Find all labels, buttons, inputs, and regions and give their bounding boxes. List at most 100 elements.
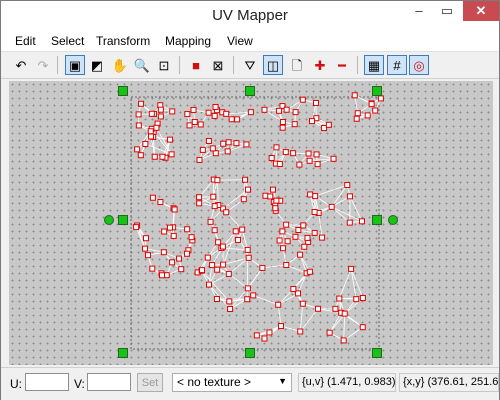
zoom-fit-icon[interactable]: ⊡ [154,55,174,75]
uv-vertex [214,266,221,273]
maximize-button[interactable]: ▭ [433,1,461,21]
uv-vertex [261,106,268,113]
set-button[interactable]: Set [137,373,163,392]
uv-vertex [325,121,332,128]
mesh-edge [331,184,348,208]
uv-vertex [291,121,298,128]
uv-vertex [353,115,360,122]
uv-vertex [315,305,322,312]
uv-vertex [133,224,140,231]
undo-icon[interactable]: ↶ [11,55,31,75]
scale-handle[interactable] [372,215,382,225]
uv-vertex [354,110,361,117]
split-view-icon[interactable]: ◫ [263,55,283,75]
mesh-edge [253,295,279,306]
uv-vertex [341,310,348,317]
scale-handle[interactable] [245,86,255,96]
remove-icon[interactable]: ━ [332,55,352,75]
uv-vertex [299,300,306,307]
uv-vertex [153,124,160,131]
select-faces-icon[interactable]: ◩ [87,55,107,75]
uv-vertex [340,337,347,344]
select-vertices-icon[interactable]: ▣ [65,55,85,75]
v-input[interactable] [87,373,131,391]
uv-vertex [199,267,206,274]
toolbar-separator [357,56,358,74]
mesh-edge [299,308,319,332]
scale-handle[interactable] [118,348,128,358]
uv-vertex [157,199,164,206]
add-icon[interactable]: ✚ [310,55,330,75]
uv-vertex [368,101,375,108]
scale-handle[interactable] [118,86,128,96]
uv-mesh-view[interactable] [9,81,493,365]
uv-vertex [211,203,218,210]
mesh-edge [349,196,363,222]
grid-icon[interactable]: ▦ [364,55,384,75]
scale-handle[interactable] [372,348,382,358]
uv-vertex [351,92,358,99]
mesh-edge [350,268,364,299]
menu-view[interactable]: View [227,34,253,48]
close-button[interactable]: ✕ [463,1,499,21]
menu-transform[interactable]: Transform [96,34,150,48]
scale-handle[interactable] [372,86,382,96]
uv-vertex [300,222,307,229]
mesh-edge [299,303,304,332]
uv-vertex [183,250,190,257]
uv-vertex [239,226,246,233]
scale-handle[interactable] [245,348,255,358]
uv-vertex [204,254,211,261]
texture-select[interactable]: < no texture > ▼ [172,373,292,392]
pan-hand-icon[interactable]: ✋ [110,55,130,75]
uv-vertex [348,265,355,272]
minimize-button[interactable]: – [405,1,433,21]
stop-icon[interactable]: ■ [186,55,206,75]
uv-vertex [212,103,219,110]
uv-vertex [244,296,251,303]
menu-select[interactable]: Select [51,34,84,48]
page-icon[interactable]: 🗋 [287,55,307,75]
mesh-edge [331,206,363,222]
mesh-edge [338,268,352,299]
uv-vertex [279,118,286,125]
uv-vertex [169,259,176,266]
uv-vertex [205,109,212,116]
uv-vertex [142,245,149,252]
clear-selection-icon[interactable]: ⊠ [208,55,228,75]
uv-vertex [214,177,221,184]
scale-handle[interactable] [118,215,128,225]
uv-canvas[interactable] [9,81,493,365]
zoom-icon[interactable]: 🔍 [132,55,152,75]
filter-icon[interactable]: ⛛ [240,55,260,75]
uv-vertex [151,153,158,160]
snap-grid-icon[interactable]: # [387,55,407,75]
uv-vertex [279,124,286,131]
uv-vertex [137,152,144,159]
uv-vertex [297,251,304,258]
uv-vertex [166,224,173,231]
uv-vertex [277,323,284,330]
uv-coordinate-readout: {u,v} (1.471, 0.983) [298,373,396,392]
redo-icon[interactable]: ↷ [33,55,53,75]
uv-vertex [226,298,233,305]
uv-vertex [346,219,353,226]
uv-vertex [332,305,339,312]
menu-edit[interactable]: Edit [15,34,36,48]
uv-vertex [306,157,313,164]
rotate-handle[interactable] [104,215,114,225]
u-input[interactable] [25,373,69,391]
mesh-edge [217,180,219,206]
uv-vertex [232,228,239,235]
uv-vertex [160,249,167,256]
menu-mapping[interactable]: Mapping [165,34,211,48]
rotate-handle[interactable] [388,215,398,225]
uv-vertex [170,232,177,239]
uv-vertex [272,205,279,212]
texture-select-value: < no texture > [177,375,252,389]
uv-vertex [245,254,252,261]
uv-vertex [171,206,178,213]
uv-vertex [313,99,320,106]
uv-vertex [159,153,166,160]
target-icon[interactable]: ◎ [409,55,429,75]
